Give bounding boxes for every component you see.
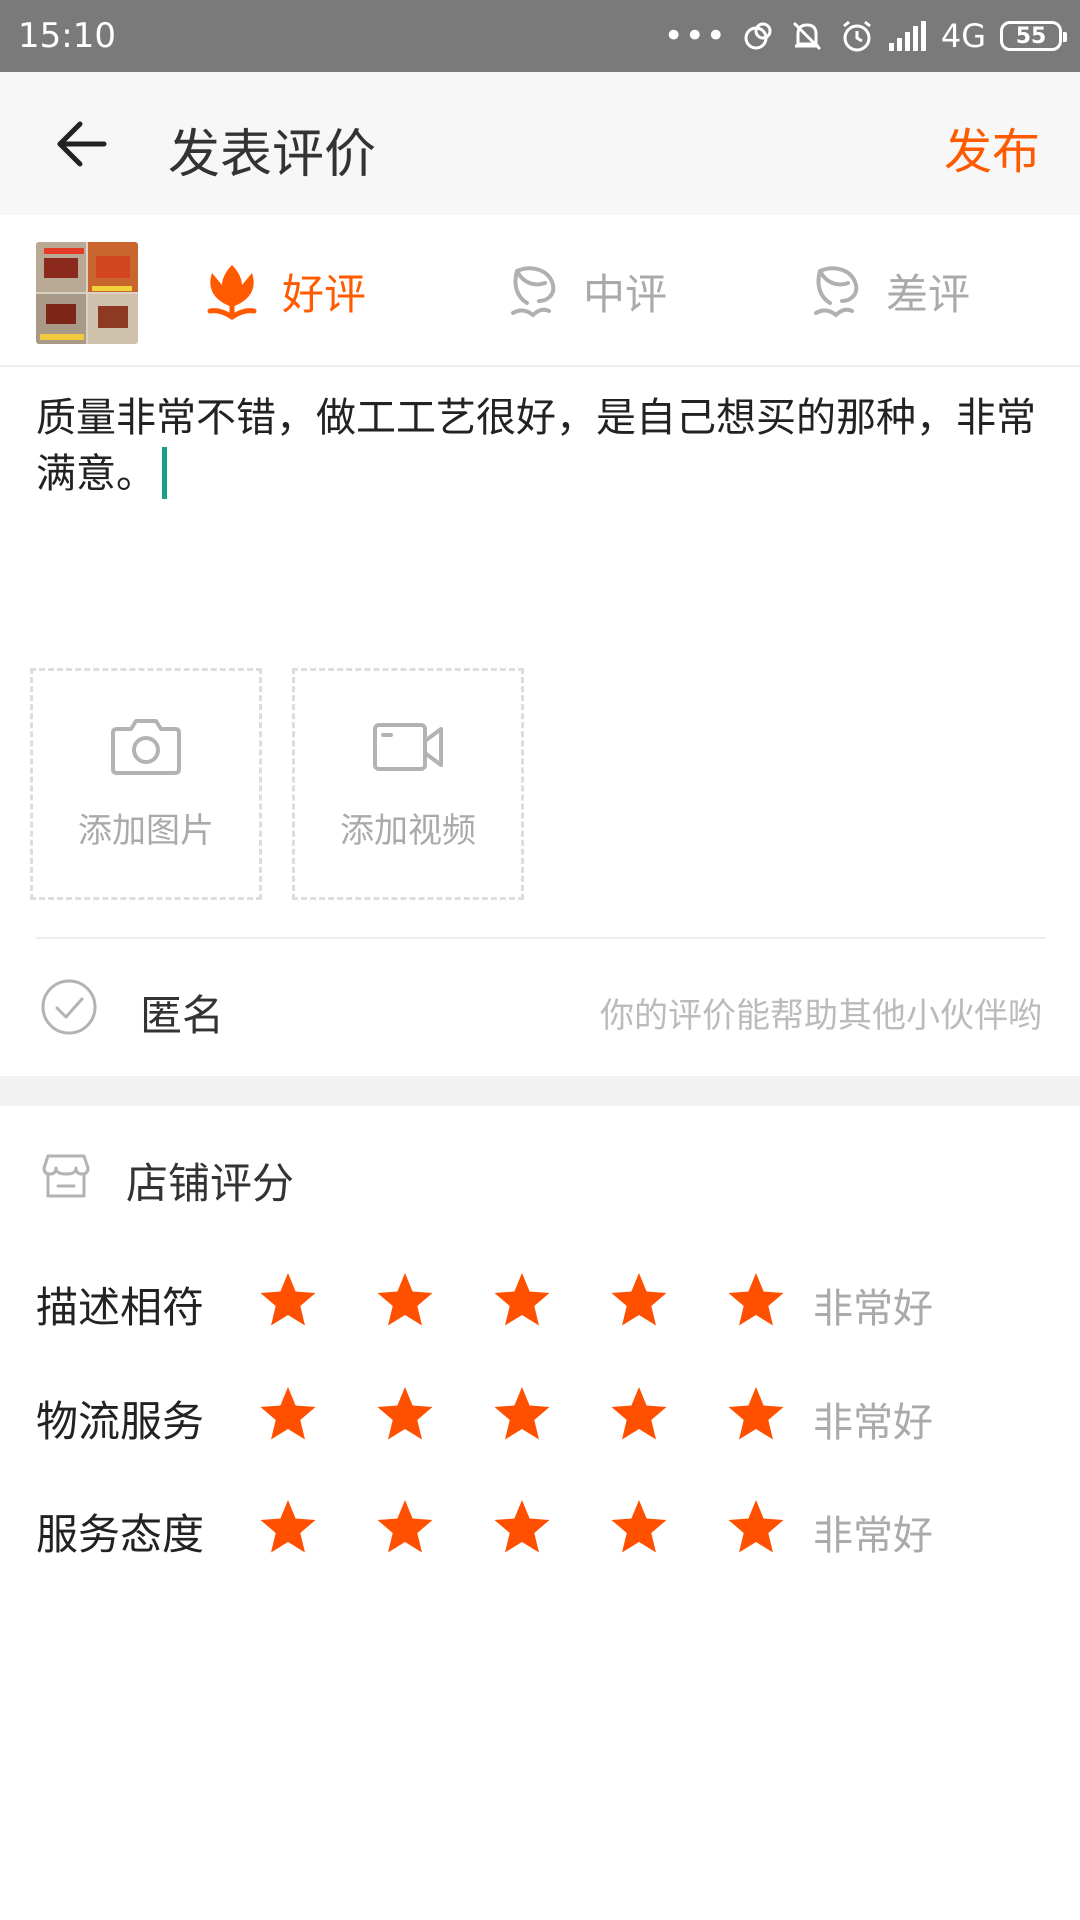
star-icon[interactable] xyxy=(375,1384,435,1444)
camera-icon xyxy=(111,719,181,775)
score-row-label: 服务态度 xyxy=(36,1510,205,1559)
star-icon[interactable] xyxy=(375,1270,435,1330)
back-arrow-icon[interactable] xyxy=(52,114,112,174)
page-title: 发表评价 xyxy=(168,125,377,185)
more-dots-icon: ••• xyxy=(663,16,727,56)
rating-neutral-label: 中评 xyxy=(583,269,668,319)
star-icon[interactable] xyxy=(609,1497,669,1557)
review-text: 质量非常不错，做工工艺很好，是自己想买的那种，非常满意。 xyxy=(36,395,1036,497)
score-value-label: 非常好 xyxy=(813,1400,933,1446)
add-photo-label: 添加图片 xyxy=(78,811,214,851)
star-rating xyxy=(258,1497,786,1557)
score-row-description: 描述相符 非常好 xyxy=(0,1262,1080,1342)
star-icon[interactable] xyxy=(609,1270,669,1330)
status-bar: 15:10 ••• 4G 55 xyxy=(0,0,1080,72)
score-row-label: 物流服务 xyxy=(36,1397,205,1446)
score-value-label: 非常好 xyxy=(813,1286,933,1332)
video-camera-icon xyxy=(373,723,443,771)
header: 发表评价 发布 xyxy=(0,72,1080,215)
star-icon[interactable] xyxy=(492,1384,552,1444)
star-icon[interactable] xyxy=(258,1270,318,1330)
rating-good-label: 好评 xyxy=(282,269,367,319)
score-row-service: 服务态度 非常好 xyxy=(0,1489,1080,1569)
star-icon[interactable] xyxy=(609,1384,669,1444)
battery-icon: 55 xyxy=(1000,21,1067,51)
alarm-icon xyxy=(842,20,871,52)
rating-good-option[interactable]: 好评 xyxy=(204,259,366,323)
anonymous-hint: 你的评价能帮助其他小伙伴哟 xyxy=(600,996,1042,1036)
star-icon[interactable] xyxy=(258,1497,318,1557)
score-value-label: 非常好 xyxy=(813,1513,933,1559)
star-icon[interactable] xyxy=(258,1384,318,1444)
status-icons: ••• 4G 55 xyxy=(663,14,1067,58)
add-video-button[interactable]: 添加视频 xyxy=(292,668,524,900)
star-icon[interactable] xyxy=(375,1497,435,1557)
rating-bad-option[interactable]: 差评 xyxy=(808,259,970,323)
rating-selector: 好评 中评 差评 xyxy=(0,215,1080,367)
mute-icon xyxy=(792,21,821,51)
text-cursor xyxy=(162,447,167,499)
sync-icon xyxy=(744,22,772,50)
flower-icon xyxy=(207,265,257,321)
flower-outline-icon xyxy=(511,266,556,318)
anonymous-label: 匿名 xyxy=(140,991,225,1040)
status-time: 15:10 xyxy=(18,16,116,56)
store-rating-header: 店铺评分 xyxy=(0,1106,1080,1246)
battery-level: 55 xyxy=(1015,23,1047,49)
store-rating-title: 店铺评分 xyxy=(126,1159,295,1208)
anonymous-checkbox[interactable] xyxy=(40,978,98,1036)
anonymous-row: 匿名 你的评价能帮助其他小伙伴哟 xyxy=(0,940,1080,1076)
score-row-logistics: 物流服务 非常好 xyxy=(0,1376,1080,1456)
rating-neutral-option[interactable]: 中评 xyxy=(505,259,667,323)
flower-outline-icon xyxy=(814,266,859,318)
star-rating xyxy=(258,1384,786,1444)
rating-bad-label: 差评 xyxy=(886,269,971,319)
star-icon[interactable] xyxy=(492,1270,552,1330)
review-textarea[interactable]: 质量非常不错，做工工艺很好，是自己想买的那种，非常满意。 xyxy=(36,390,1046,502)
star-rating xyxy=(258,1270,786,1330)
add-photo-button[interactable]: 添加图片 xyxy=(30,668,262,900)
star-icon[interactable] xyxy=(492,1497,552,1557)
star-icon[interactable] xyxy=(726,1270,786,1330)
score-row-label: 描述相符 xyxy=(36,1283,205,1332)
signal-icon xyxy=(888,21,926,51)
star-icon[interactable] xyxy=(726,1384,786,1444)
section-separator xyxy=(0,1076,1080,1106)
add-video-label: 添加视频 xyxy=(340,811,476,851)
divider xyxy=(36,937,1046,939)
star-icon[interactable] xyxy=(726,1497,786,1557)
network-type: 4G xyxy=(940,17,986,55)
store-icon xyxy=(42,1154,90,1198)
publish-button[interactable]: 发布 xyxy=(944,112,1040,182)
product-thumbnail xyxy=(36,242,138,344)
